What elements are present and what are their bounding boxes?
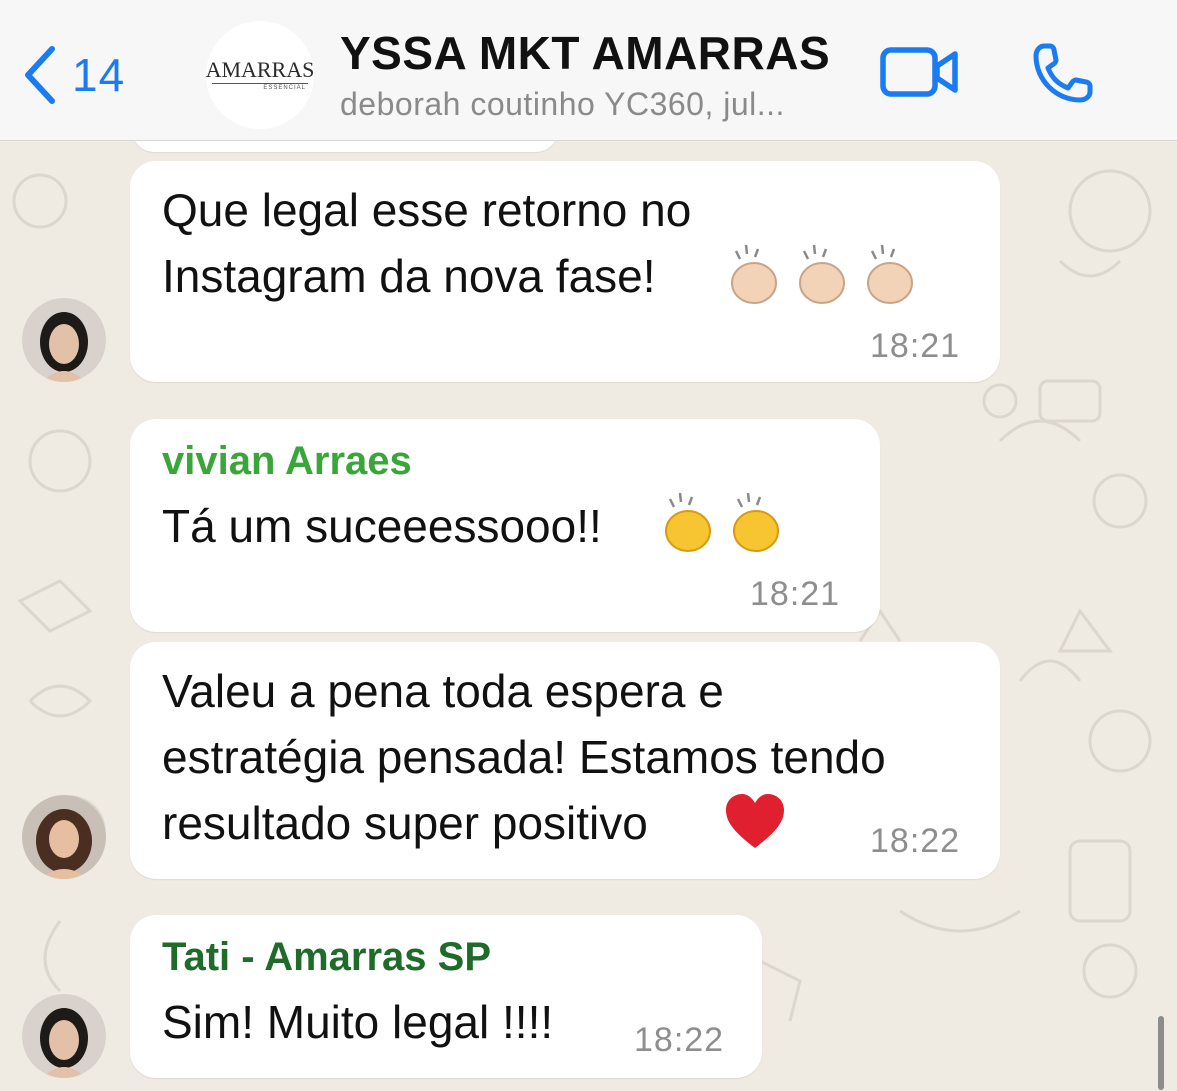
group-avatar[interactable]: AMARRAS ESSENCIAL: [206, 21, 314, 129]
avatar[interactable]: [22, 994, 106, 1078]
message-bubble[interactable]: Valeu a pena toda espera e estratégia pe…: [130, 642, 1000, 879]
message-text-line: Sim! Muito legal !!!!: [162, 996, 554, 1048]
phone-icon: [1030, 43, 1096, 110]
chat-title[interactable]: YSSA MKT AMARRAS: [340, 26, 830, 80]
clapping-hands-emoji: [722, 241, 922, 316]
red-heart-emoji: [724, 792, 786, 857]
message-bubble[interactable]: vivian Arraes Tá um suceeessooo!! 18:21: [130, 419, 880, 632]
message-text-line: Que legal esse retorno no: [162, 184, 692, 236]
message-text-line: Tá um suceeessooo!!: [162, 500, 602, 552]
group-logo-text: AMARRAS: [205, 57, 315, 82]
scrollbar[interactable]: [1158, 1016, 1164, 1090]
avatar[interactable]: [22, 795, 106, 879]
message-time: 18:22: [634, 1021, 725, 1059]
clapping-hands-emoji: [656, 489, 792, 564]
message-time: 18:21: [750, 575, 841, 613]
sender-name[interactable]: Tati - Amarras SP: [162, 935, 491, 980]
voice-call-button[interactable]: [1030, 40, 1096, 111]
message-text-line: estratégia pensada! Estamos tendo: [162, 731, 886, 783]
message-text-line: Valeu a pena toda espera e: [162, 665, 724, 717]
chat-header: 14 AMARRAS ESSENCIAL YSSA MKT AMARRAS de…: [0, 0, 1177, 141]
logo-divider: [212, 83, 308, 84]
group-logo-subtext: ESSENCIAL: [263, 85, 306, 91]
message-bubble[interactable]: Tati - Amarras SP Sim! Muito legal !!!! …: [130, 915, 762, 1078]
message-bubble[interactable]: Que legal esse retorno no Instagram da n…: [130, 161, 1000, 382]
avatar[interactable]: [22, 298, 106, 382]
back-button[interactable]: 14: [22, 40, 125, 110]
video-call-button[interactable]: [880, 44, 960, 105]
video-camera-icon: [880, 47, 960, 104]
sender-name[interactable]: vivian Arraes: [162, 439, 412, 484]
message-text-line: resultado super positivo: [162, 797, 648, 849]
message-text-line: Instagram da nova fase!: [162, 250, 656, 302]
chevron-left-icon: [22, 45, 58, 105]
message-time: 18:22: [870, 822, 961, 860]
message-time: 18:21: [870, 327, 961, 365]
chat-participants[interactable]: deborah coutinho YC360, jul...: [340, 86, 785, 123]
unread-count: 14: [72, 49, 126, 101]
